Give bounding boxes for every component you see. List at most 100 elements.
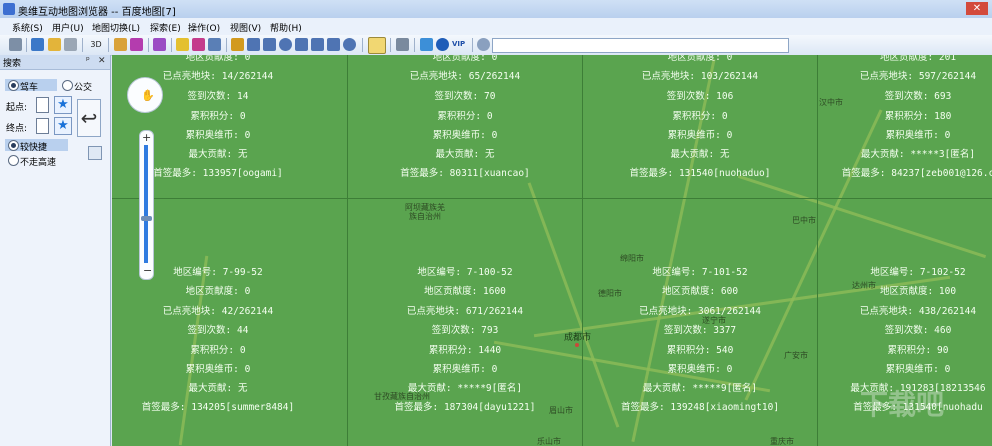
globe-icon[interactable] [343,38,356,51]
point-tool-icon[interactable] [231,38,244,51]
pencil-icon[interactable] [176,38,189,51]
region-points: 累积积分: 0 [190,345,246,356]
camera-icon[interactable] [130,38,143,51]
zoom-out-button[interactable]: − [143,264,152,277]
user-icon[interactable] [31,38,44,51]
zoom-in-button[interactable]: + [142,131,151,144]
start-label: 起点: [6,103,28,113]
save-icon[interactable] [9,38,22,51]
drive-radio[interactable] [8,80,19,91]
watermark: 下载吧 [860,388,945,421]
pin-icon[interactable]: ᵖ [86,56,90,66]
start-field[interactable] [36,97,49,113]
fast-label: 较快捷 [20,143,48,153]
gps-icon[interactable] [114,38,127,51]
zoom-track[interactable] [144,145,148,263]
region-lit-tiles: 已点亮地块: 103/262144 [641,71,759,82]
region-contribution: 地区贡献度: 0 [185,55,251,63]
region-lit-tiles: 已点亮地块: 671/262144 [406,306,524,317]
search-input[interactable] [492,38,789,53]
info-icon[interactable] [436,38,449,51]
app-icon [3,3,15,15]
toolbar-separator [26,38,27,52]
fast-radio[interactable] [8,140,19,151]
menu-help[interactable]: 帮助(H) [270,21,302,34]
close-button[interactable]: ✕ [966,2,988,15]
menu-operate[interactable]: 操作(O) [188,21,220,34]
note-icon[interactable] [208,38,221,51]
region-lit-tiles: 已点亮地块: 65/262144 [409,71,521,82]
end-field[interactable] [36,118,49,134]
place-label: 巴中市 [792,216,816,225]
region-top-first-signer: 首签最多: 133957[oogami] [153,168,283,179]
tile-border [817,55,818,446]
polyline-icon[interactable] [263,38,276,51]
tile-border [582,55,583,446]
region-top-first-signer: 首签最多: 80311[xuancao] [400,168,530,179]
no-highway-radio[interactable] [8,155,19,166]
menu-user[interactable]: 用户(U) [52,21,84,34]
window-title: 奥维互动地图浏览器 -- 百度地图[7] [18,7,176,18]
message-icon[interactable] [420,38,433,51]
zoom-handle[interactable] [141,216,152,221]
region-checkins: 签到次数: 70 [434,91,496,102]
tile-border [347,55,348,446]
menu-explore[interactable]: 探索(E) [150,21,181,34]
start-favorite-button[interactable]: ★ [54,96,72,114]
region-coins: 累积奥维币: 0 [432,130,498,141]
swap-route-button[interactable]: ↩ [77,99,101,137]
panel-close-icon[interactable]: ✕ [98,56,106,66]
region-checkins: 签到次数: 793 [431,325,499,336]
end-favorite-button[interactable]: ★ [54,117,72,135]
line-tool-icon[interactable] [247,38,260,51]
region-contribution: 地区贡献度: 0 [185,286,251,297]
region-id: 地区编号: 7-101-52 [652,267,748,278]
zoom-slider[interactable]: + − [139,130,154,280]
3d-button[interactable]: 3D [88,38,104,51]
place-label: 德阳市 [598,289,622,298]
menu-view[interactable]: 视图(V) [230,21,261,34]
rect-tool-icon[interactable] [295,38,308,51]
vip-button[interactable]: VIP [452,38,468,51]
region-contribution: 地区贡献度: 0 [432,55,498,63]
region-contribution: 地区贡献度: 600 [661,286,739,297]
toolbar-separator [362,38,363,52]
route-search-button[interactable] [88,146,102,160]
circle-tool-icon[interactable] [279,38,292,51]
map-view[interactable]: 阿坝藏族羌 族自治州 成都市 汉中市 巴中市 绵阳市 德阳市 达州市 广安市 遂… [112,55,992,446]
region-contribution: 地区贡献度: 201 [879,55,957,63]
toolbar-separator [171,38,172,52]
region-checkins: 签到次数: 44 [187,325,249,336]
transit-radio[interactable] [62,80,73,91]
search-icon[interactable] [477,38,490,51]
place-label: 重庆市 [770,437,794,446]
edit-icon[interactable] [311,38,324,51]
region-id: 地区编号: 7-99-52 [173,267,263,278]
road [737,174,987,259]
tools-icon[interactable] [64,38,77,51]
favorite-icon[interactable] [48,38,61,51]
chart-icon[interactable] [396,38,409,51]
region-points: 累积积分: 1440 [428,345,502,356]
region-max-contributor: 最大贡献: 无 [188,383,248,394]
region-top-first-signer: 首签最多: 131540[nuohaduo] [629,168,771,179]
region-top-first-signer: 首签最多: 139248[xiaomingt10] [620,402,780,413]
place-label: 广安市 [784,351,808,360]
toolbar-separator [108,38,109,52]
panel-header: 搜索 ᵖ ✕ [0,55,110,70]
layer-icon[interactable] [153,38,166,51]
place-label: 绵阳市 [620,254,644,263]
grid-icon[interactable] [327,38,340,51]
map-view-icon[interactable] [368,37,386,54]
region-max-contributor: 最大贡献: *****3[匿名] [860,149,976,160]
region-max-contributor: 最大贡献: 无 [670,149,730,160]
pan-control[interactable]: ✋ [127,77,163,113]
mark-icon[interactable] [192,38,205,51]
menu-map-switch[interactable]: 地图切换(L) [92,21,140,34]
region-lit-tiles: 已点亮地块: 14/262144 [162,71,274,82]
region-points: 累积积分: 540 [666,345,734,356]
region-points: 累积积分: 90 [887,345,949,356]
region-id: 地区编号: 7-102-52 [870,267,966,278]
toolbar-separator [226,38,227,52]
menu-system[interactable]: 系统(S) [12,21,43,34]
